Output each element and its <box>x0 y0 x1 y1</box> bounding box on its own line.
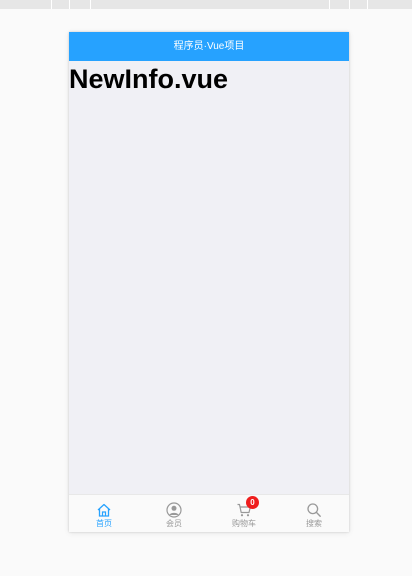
tab-search[interactable]: 搜索 <box>279 495 349 532</box>
bottom-tab-bar: 首页 会员 0 购物车 搜索 <box>69 494 349 532</box>
tab-cart-label: 购物车 <box>232 519 256 528</box>
tab-member[interactable]: 会员 <box>139 495 209 532</box>
home-icon <box>97 503 111 517</box>
strip-divider <box>367 0 368 9</box>
tab-cart[interactable]: 0 购物车 <box>209 495 279 532</box>
app-header: 程序员·Vue项目 <box>69 32 349 61</box>
strip-divider <box>349 0 350 9</box>
header-title: 程序员·Vue项目 <box>173 41 245 52</box>
tab-search-label: 搜索 <box>306 519 322 528</box>
tab-home[interactable]: 首页 <box>69 495 139 532</box>
tab-member-label: 会员 <box>166 519 182 528</box>
strip-divider <box>90 0 91 9</box>
tab-home-label: 首页 <box>96 519 112 528</box>
page-content: NewInfo.vue <box>69 61 349 495</box>
browser-top-strip <box>0 0 412 9</box>
mobile-viewport: 程序员·Vue项目 NewInfo.vue 首页 会员 0 购物车 搜索 <box>69 32 349 532</box>
member-icon <box>166 502 182 518</box>
strip-divider <box>329 0 330 9</box>
page-heading: NewInfo.vue <box>69 64 229 94</box>
strip-divider <box>69 0 70 9</box>
search-icon <box>307 503 321 517</box>
strip-divider <box>51 0 52 9</box>
cart-count-badge: 0 <box>246 496 259 509</box>
